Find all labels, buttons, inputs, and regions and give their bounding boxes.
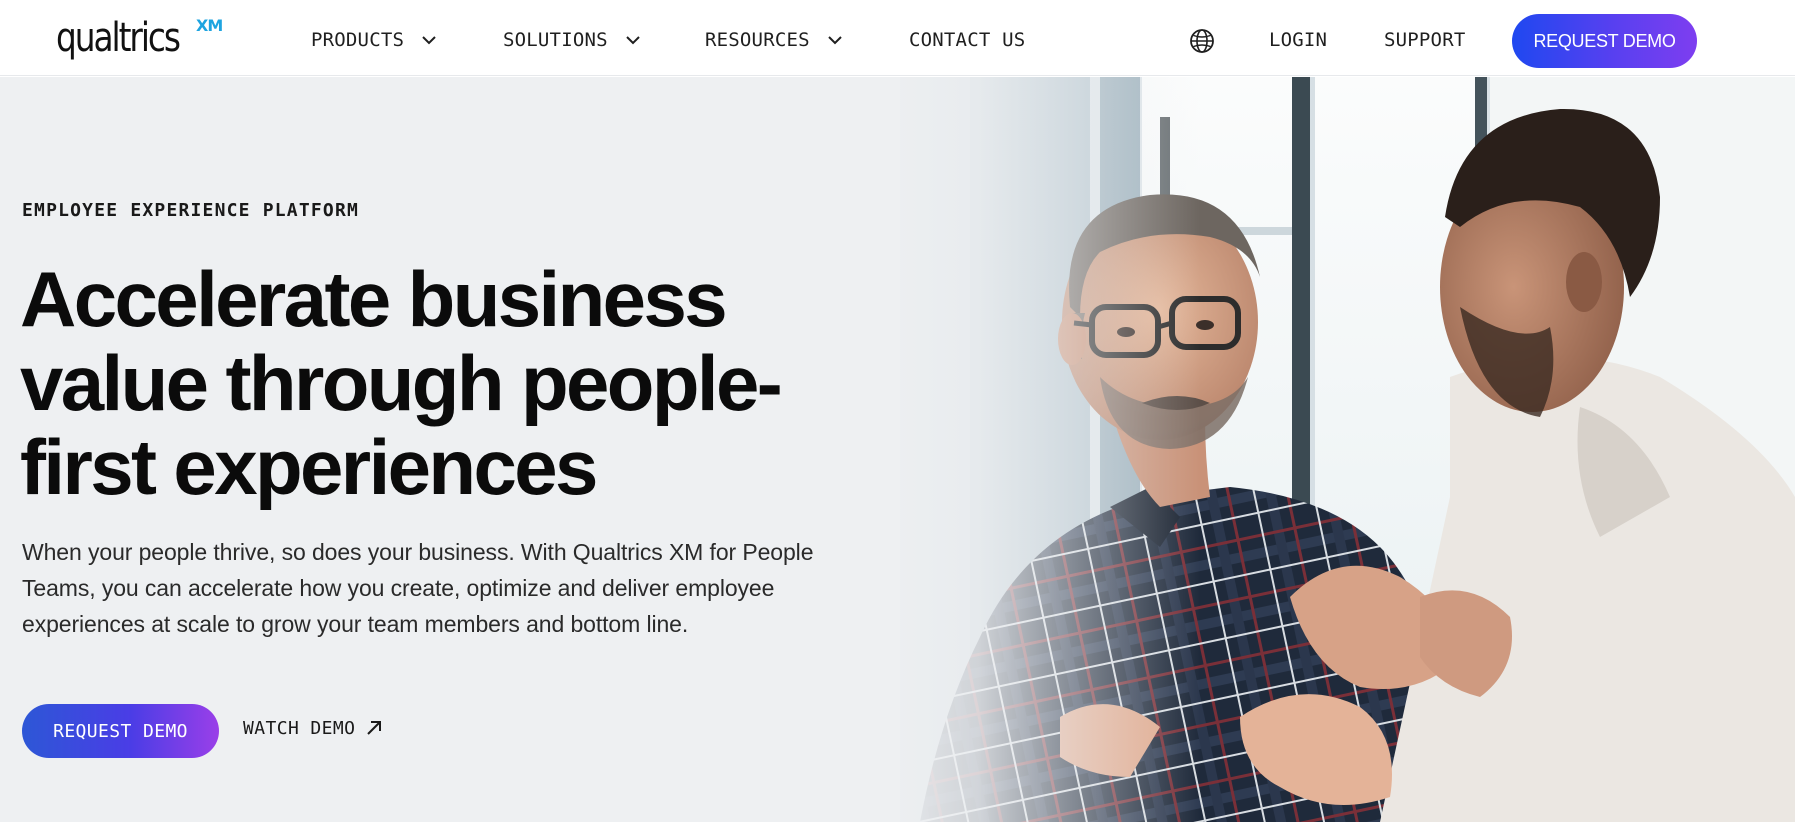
nav-products-label: PRODUCTS (311, 29, 405, 51)
globe-icon[interactable] (1189, 28, 1215, 54)
nav-support[interactable]: SUPPORT (1384, 28, 1465, 52)
top-navigation: qualtrics XM PRODUCTS SOLUTIONS RESOURCE… (0, 0, 1795, 76)
arrow-up-right-icon (367, 721, 382, 735)
nav-solutions[interactable]: SOLUTIONS (503, 28, 644, 52)
nav-contact-us[interactable]: CONTACT US (909, 28, 1025, 52)
logo-wordmark: qualtrics (56, 15, 181, 61)
hero-description: When your people thrive, so does your bu… (22, 539, 814, 637)
chevron-down-icon (626, 36, 640, 45)
watch-demo-label: WATCH DEMO (243, 717, 356, 739)
nav-solutions-label: SOLUTIONS (503, 29, 608, 51)
nav-resources[interactable]: RESOURCES (705, 28, 846, 52)
logo-xm-badge: XM (196, 16, 223, 35)
nav-resources-label: RESOURCES (705, 29, 810, 51)
nav-login[interactable]: LOGIN (1269, 28, 1327, 52)
qualtrics-logo[interactable]: qualtrics XM (56, 12, 223, 66)
hero-section: EMPLOYEE EXPERIENCE PLATFORM Accelerate … (0, 77, 1795, 822)
watch-demo-link[interactable]: WATCH DEMO (243, 713, 383, 743)
hero-request-demo-button[interactable]: REQUEST DEMO (22, 704, 219, 758)
hero-headline: Accelerate business value through people… (20, 255, 783, 511)
nav-contact-us-label: CONTACT US (909, 29, 1026, 51)
chevron-down-icon (422, 36, 436, 45)
chevron-down-icon (828, 36, 842, 45)
hero-photo-fade (860, 77, 1200, 822)
hero-eyebrow: EMPLOYEE EXPERIENCE PLATFORM (22, 200, 360, 221)
request-demo-button[interactable]: REQUEST DEMO (1512, 14, 1697, 68)
nav-products[interactable]: PRODUCTS (311, 28, 440, 52)
